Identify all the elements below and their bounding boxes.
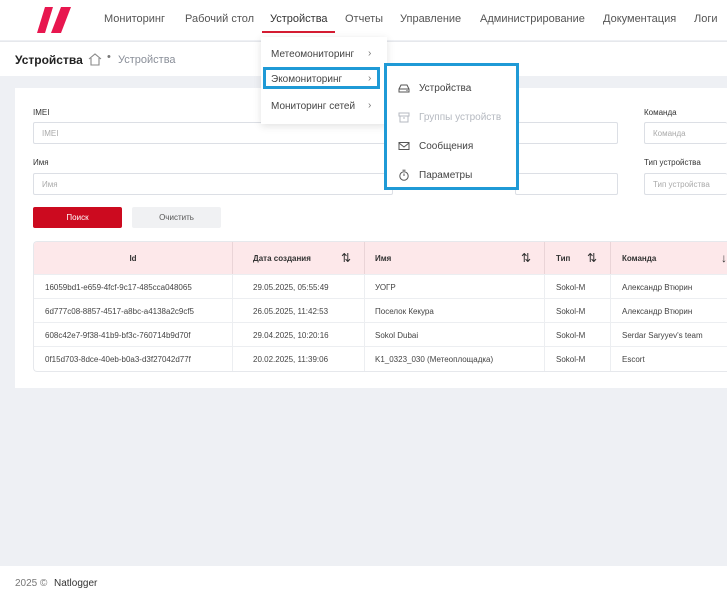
cell-created: 29.05.2025, 05:55:49: [233, 275, 365, 299]
nav-item-monitoring[interactable]: Мониторинг: [104, 13, 165, 25]
cell-type: Sokol-M: [545, 323, 611, 347]
device-type-input[interactable]: [644, 173, 727, 195]
table-row[interactable]: 0f15d703-8dce-40eb-b0a3-d3f27042d77f 20.…: [34, 346, 727, 371]
name-input[interactable]: [33, 173, 393, 195]
device-type-label: Тип устройства: [644, 158, 701, 167]
footer-copyright: 2025 ©: [15, 578, 48, 589]
imei-input[interactable]: [33, 122, 393, 144]
top-navbar: Мониторинг Рабочий стол Устройства Отчет…: [0, 0, 727, 40]
devices-dropdown-menu: Метеомониторинг › Экомониторинг › Монито…: [261, 37, 387, 124]
table-header: Id Дата создания ⇅ Имя ⇅ Тип ⇅ Команда ↓: [34, 242, 727, 274]
page-title: Устройства: [15, 53, 83, 67]
home-icon[interactable]: [88, 53, 102, 66]
eco-submenu: Устройства Группы устройств Сообщения Па…: [384, 63, 519, 190]
chevron-right-icon: ›: [368, 100, 372, 111]
search-button[interactable]: Поиск: [33, 207, 122, 228]
nav-item-reports[interactable]: Отчеты: [345, 13, 383, 25]
cell-name: Sokol Dubai: [365, 323, 545, 347]
cell-id: 608c42e7-9f38-41b9-bf3c-760714b9d70f: [34, 323, 233, 347]
sort-icon[interactable]: ⇅: [587, 251, 597, 265]
cell-id: 6d777c08-8857-4517-a8bc-a4138a2c9cf5: [34, 299, 233, 323]
natlogger-logo[interactable]: [37, 7, 73, 33]
footer: 2025 © Natlogger: [0, 566, 727, 599]
cell-type: Sokol-M: [545, 275, 611, 299]
nav-item-administration[interactable]: Администрирование: [480, 13, 585, 25]
clear-button[interactable]: Очистить: [132, 207, 221, 228]
column-header-id[interactable]: Id: [34, 242, 233, 274]
cell-name: УОГР: [365, 275, 545, 299]
footer-brand[interactable]: Natlogger: [54, 578, 97, 589]
nav-item-dashboard[interactable]: Рабочий стол: [185, 13, 254, 25]
nav-item-logs[interactable]: Логи: [694, 13, 718, 25]
team-label: Команда: [644, 108, 677, 117]
mail-icon: [398, 142, 410, 150]
table-row[interactable]: 16059bd1-e659-4fcf-9c17-485cca048065 29.…: [34, 274, 727, 299]
column-header-created[interactable]: Дата создания ⇅: [233, 242, 365, 274]
table-row[interactable]: 608c42e7-9f38-41b9-bf3c-760714b9d70f 29.…: [34, 322, 727, 347]
cell-created: 26.05.2025, 11:42:53: [233, 299, 365, 323]
cell-created: 29.04.2025, 10:20:16: [233, 323, 365, 347]
sort-icon[interactable]: ↓: [721, 251, 727, 265]
name-label: Имя: [33, 158, 49, 167]
devices-card: IMEI Имя Команда Тип устройства Поиск Оч…: [15, 88, 727, 388]
menu-item-eco[interactable]: Экомониторинг: [271, 74, 342, 85]
active-nav-underline: [262, 31, 335, 33]
stopwatch-icon: [399, 169, 409, 181]
breadcrumb-current: Устройства: [118, 54, 176, 66]
column-header-type[interactable]: Тип ⇅: [545, 242, 611, 274]
imei-input-right[interactable]: [515, 122, 618, 144]
nav-item-documentation[interactable]: Документация: [603, 13, 676, 25]
column-header-team[interactable]: Команда ↓: [611, 242, 727, 274]
device-icon: [398, 84, 410, 93]
sort-icon[interactable]: ⇅: [521, 251, 531, 265]
menu-item-meteo[interactable]: Метеомониторинг: [271, 49, 354, 60]
nav-item-management[interactable]: Управление: [400, 13, 461, 25]
sort-icon[interactable]: ⇅: [341, 251, 351, 265]
archive-icon: [398, 112, 410, 123]
cell-team: Serdar Saryyev's team: [622, 331, 703, 340]
cell-name: K1_0323_030 (Метеоплощадка): [365, 347, 545, 371]
cell-id: 16059bd1-e659-4fcf-9c17-485cca048065: [34, 275, 233, 299]
cell-team: Александр Втюрин: [622, 307, 693, 316]
menu-item-network[interactable]: Мониторинг сетей: [271, 101, 355, 112]
cell-name: Поселок Кекура: [365, 299, 545, 323]
imei-label: IMEI: [33, 108, 50, 117]
team-input[interactable]: [644, 122, 727, 144]
cell-type: Sokol-M: [545, 299, 611, 323]
nav-item-devices[interactable]: Устройства: [270, 13, 328, 25]
breadcrumb-separator: •: [107, 51, 111, 63]
cell-type: Sokol-M: [545, 347, 611, 371]
chevron-right-icon: ›: [368, 48, 372, 59]
cell-team: Александр Втюрин: [622, 283, 693, 292]
column-header-name[interactable]: Имя ⇅: [365, 242, 545, 274]
devices-table: Id Дата создания ⇅ Имя ⇅ Тип ⇅ Команда ↓…: [33, 241, 727, 372]
chevron-right-icon: ›: [368, 73, 372, 84]
cell-id: 0f15d703-8dce-40eb-b0a3-d3f27042d77f: [34, 347, 233, 371]
cell-created: 20.02.2025, 11:39:06: [233, 347, 365, 371]
name-input-right[interactable]: [515, 173, 618, 195]
table-row[interactable]: 6d777c08-8857-4517-a8bc-a4138a2c9cf5 26.…: [34, 298, 727, 323]
cell-team: Escort: [622, 355, 645, 364]
